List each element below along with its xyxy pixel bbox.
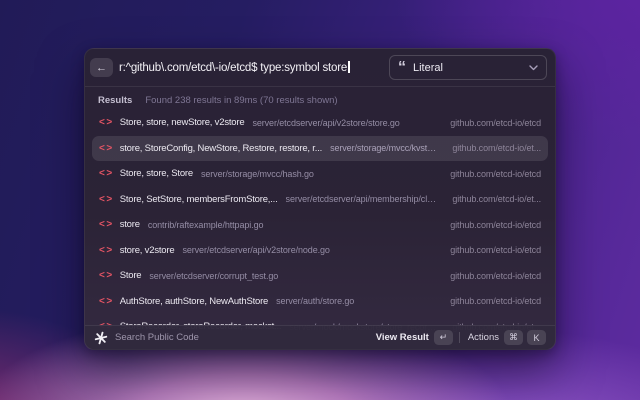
result-file-path: server/storage/mvcc/kvstore.go bbox=[330, 143, 441, 154]
text-caret bbox=[348, 61, 350, 73]
result-list: <> Store, store, newStore, v2store serve… bbox=[92, 110, 548, 340]
symbol-code-icon: <> bbox=[99, 270, 114, 282]
extension-name: Search Public Code bbox=[115, 332, 199, 343]
result-title: Store, SetStore, membersFromStore,... bbox=[119, 193, 278, 205]
symbol-code-icon: <> bbox=[99, 295, 114, 307]
result-row[interactable]: <> Store server/etcdserver/corrupt_test.… bbox=[92, 263, 548, 289]
pattern-type-label: Literal bbox=[413, 61, 443, 74]
symbol-code-icon: <> bbox=[99, 168, 114, 180]
result-file-path: server/etcdserver/api/v2store/store.go bbox=[252, 117, 400, 128]
result-repo: github.com/etcd-io/etcd bbox=[450, 296, 541, 307]
symbol-code-icon: <> bbox=[99, 244, 114, 256]
result-file-path: server/etcdserver/api/v2store/node.go bbox=[182, 245, 330, 256]
return-key-badge: ↵ bbox=[433, 330, 453, 345]
result-repo: github.com/etcd-io/etcd bbox=[450, 117, 541, 128]
symbol-code-icon: <> bbox=[99, 219, 114, 231]
search-bar: ← r:^github\.com/etcd\-io/etcd$ type:sym… bbox=[85, 49, 555, 87]
result-title: store bbox=[119, 219, 140, 231]
results-summary: Found 238 results in 89ms (70 results sh… bbox=[145, 95, 338, 106]
result-row[interactable]: <> store contrib/raftexample/httpapi.go … bbox=[92, 212, 548, 238]
search-query-text: r:^github\.com/etcd\-io/etcd$ type:symbo… bbox=[119, 62, 348, 74]
arrow-left-icon: ← bbox=[96, 61, 107, 74]
result-file-path: server/etcdserver/api/membership/cluste.… bbox=[285, 194, 441, 205]
result-file-path: server/etcdserver/corrupt_test.go bbox=[149, 270, 279, 281]
symbol-code-icon: <> bbox=[99, 193, 114, 205]
result-repo: github.com/etcd-io/etcd bbox=[450, 245, 541, 256]
result-repo: github.com/etcd-io/etcd bbox=[450, 219, 541, 230]
results-header: Results Found 238 results in 89ms (70 re… bbox=[85, 87, 555, 110]
result-row[interactable]: <> AuthStore, authStore, NewAuthStore se… bbox=[92, 289, 548, 315]
result-repo: github.com/etcd-io/etcd bbox=[450, 168, 541, 179]
chevron-down-icon bbox=[529, 64, 538, 71]
result-file-path: server/auth/store.go bbox=[276, 296, 355, 307]
view-result-button[interactable]: View Result bbox=[376, 332, 429, 343]
quote-icon: “ bbox=[398, 58, 406, 76]
result-title: Store, store, Store bbox=[119, 168, 193, 180]
sourcegraph-icon bbox=[94, 331, 108, 345]
symbol-code-icon: <> bbox=[99, 117, 114, 129]
pattern-type-dropdown[interactable]: “ Literal bbox=[389, 55, 547, 80]
result-row[interactable]: <> Store, store, Store server/storage/mv… bbox=[92, 161, 548, 187]
footer-divider bbox=[458, 332, 460, 343]
result-file-path: server/storage/mvcc/hash.go bbox=[200, 168, 314, 179]
result-row-selected[interactable]: <> store, StoreConfig, NewStore, Restore… bbox=[92, 135, 548, 161]
actions-button[interactable]: Actions bbox=[468, 332, 499, 343]
result-repo: github.com/etcd-io/et... bbox=[452, 194, 541, 205]
results-section-label: Results bbox=[98, 95, 133, 106]
result-title: Store, store, newStore, v2store bbox=[119, 117, 245, 129]
result-title: store, StoreConfig, NewStore, Restore, r… bbox=[119, 142, 323, 154]
search-input[interactable]: r:^github\.com/etcd\-io/etcd$ type:symbo… bbox=[119, 61, 383, 74]
k-key-badge: K bbox=[527, 330, 546, 345]
search-palette-window: ← r:^github\.com/etcd\-io/etcd$ type:sym… bbox=[84, 48, 556, 350]
results-area: <> Store, store, newStore, v2store serve… bbox=[85, 110, 555, 349]
result-title: AuthStore, authStore, NewAuthStore bbox=[119, 295, 269, 307]
result-file-path: contrib/raftexample/httpapi.go bbox=[147, 219, 264, 230]
result-row[interactable]: <> store, v2store server/etcdserver/api/… bbox=[92, 238, 548, 264]
result-repo: github.com/etcd-io/etcd bbox=[450, 270, 541, 281]
result-repo: github.com/etcd-io/et... bbox=[452, 143, 541, 154]
symbol-code-icon: <> bbox=[99, 142, 114, 154]
result-row[interactable]: <> Store, store, newStore, v2store serve… bbox=[92, 110, 548, 136]
back-button[interactable]: ← bbox=[90, 58, 113, 77]
action-bar: Search Public Code View Result ↵ Actions… bbox=[85, 325, 555, 349]
cmd-key-badge: ⌘ bbox=[504, 330, 523, 345]
result-title: Store bbox=[119, 270, 142, 282]
result-row[interactable]: <> Store, SetStore, membersFromStore,...… bbox=[92, 187, 548, 213]
result-title: store, v2store bbox=[119, 244, 175, 256]
